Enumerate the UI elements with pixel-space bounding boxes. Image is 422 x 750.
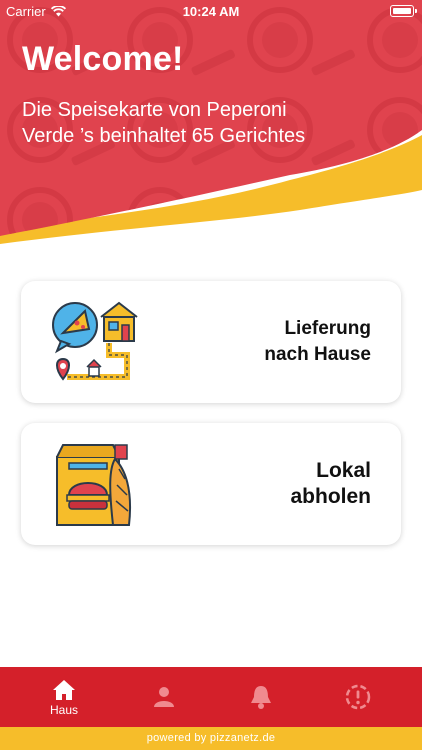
alert-circle-icon [345, 684, 371, 710]
battery-icon [390, 5, 417, 17]
page-title: Welcome! [22, 40, 184, 78]
delivery-label-line2: nach Hause [264, 344, 371, 365]
delivery-option-label: Lieferung nach Hause [264, 316, 371, 368]
tab-info[interactable] [308, 667, 408, 727]
pickup-label-line1: Lokal [316, 459, 371, 482]
powered-by-footer[interactable]: powered by pizzanetz.de [0, 727, 422, 750]
bell-icon [251, 686, 271, 709]
pickup-option-label: Lokal abholen [290, 458, 371, 510]
tab-home-label: Haus [49, 703, 78, 717]
header-banner: Carrier 10:24 AM Welcome! Die Speisekart… [0, 0, 422, 250]
tab-profile[interactable] [114, 667, 214, 727]
user-icon [154, 687, 174, 707]
status-bar: Carrier 10:24 AM [0, 0, 422, 24]
home-icon [53, 680, 75, 700]
pickup-option-card[interactable]: Lokal abholen [21, 423, 401, 545]
status-time: 10:24 AM [182, 4, 240, 19]
delivery-label-line1: Lieferung [284, 318, 371, 339]
menu-summary: Die Speisekarte von Peperoni Verde ’s be… [22, 99, 306, 147]
tab-home[interactable]: Haus [14, 667, 114, 727]
takeaway-bag-icon [56, 444, 131, 526]
bottom-tab-bar: Haus [0, 667, 422, 727]
delivery-option-card[interactable]: Lieferung nach Hause [21, 281, 401, 403]
tab-notifications[interactable] [211, 667, 311, 727]
delivery-route-icon [52, 301, 138, 381]
pickup-label-line2: abholen [290, 485, 371, 508]
